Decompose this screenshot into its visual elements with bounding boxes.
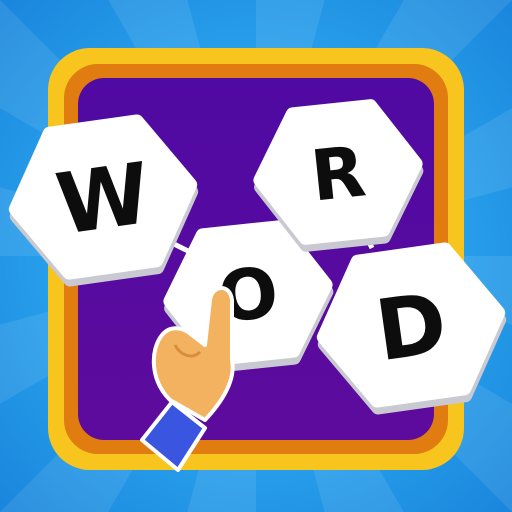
tile-letter: D <box>370 274 453 381</box>
tile-letter: R <box>307 130 369 217</box>
tile-letter: W <box>51 144 156 254</box>
app-icon: WORD <box>0 0 512 512</box>
